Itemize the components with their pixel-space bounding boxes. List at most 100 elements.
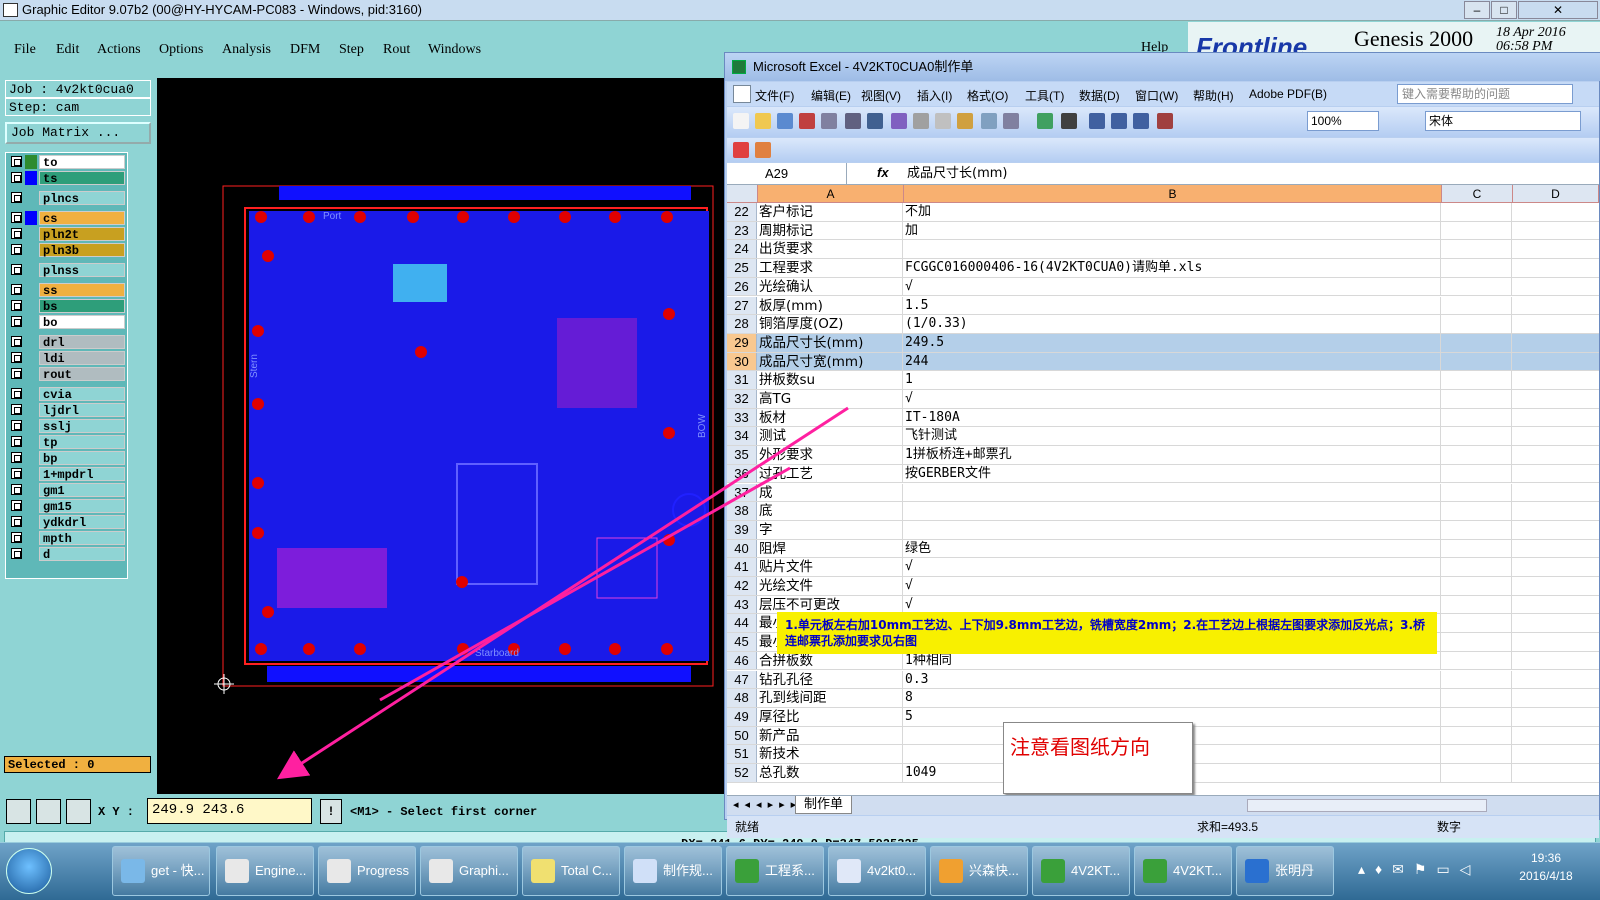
cell-c[interactable] — [1442, 277, 1512, 296]
excel-menu-item[interactable]: 编辑(E) — [811, 87, 851, 104]
cell-a[interactable]: 孔到线间距 — [758, 689, 903, 707]
layer-checkbox[interactable] — [11, 284, 22, 295]
cell-c[interactable] — [1442, 764, 1512, 782]
layer-checkbox[interactable] — [11, 404, 22, 415]
pdf-email-icon[interactable] — [755, 142, 771, 158]
layer-row-drl[interactable]: drl — [9, 335, 125, 350]
cell-b[interactable] — [904, 483, 1441, 502]
cell-c[interactable] — [1442, 707, 1512, 726]
cell-a[interactable]: 新技术 — [758, 745, 903, 763]
layer-checkbox[interactable] — [11, 532, 22, 543]
row-number[interactable]: 38 — [727, 502, 757, 520]
layer-checkbox[interactable] — [11, 228, 22, 239]
cell-b[interactable]: 8 — [904, 689, 1441, 707]
cell-a[interactable]: 高TG — [758, 390, 903, 408]
column-header-a[interactable]: A — [758, 185, 904, 203]
toolbar-button-icon[interactable] — [845, 113, 861, 129]
row-number[interactable]: 34 — [727, 427, 757, 446]
taskbar-item[interactable]: 4V2KT... — [1134, 846, 1232, 896]
fx-icon[interactable]: fx — [877, 165, 889, 180]
excel-menu-item[interactable]: 视图(V) — [861, 87, 901, 104]
system-tray-icons[interactable]: ▴♦✉⚑▭◁ — [1358, 861, 1480, 878]
cell-c[interactable] — [1442, 259, 1512, 277]
sheet-row[interactable]: 37 成 — [727, 483, 1599, 503]
layer-checkbox[interactable] — [11, 212, 22, 223]
cell-a[interactable]: 成品尺寸长(mm) — [758, 333, 903, 352]
cell-b[interactable]: 244 — [904, 352, 1441, 371]
cell-c[interactable] — [1442, 726, 1512, 745]
cell-c[interactable] — [1442, 595, 1512, 614]
layer-row-ss[interactable]: ss — [9, 283, 125, 298]
menu-analysis[interactable]: Analysis — [222, 42, 271, 58]
layer-checkbox[interactable] — [11, 548, 22, 559]
cell-a[interactable]: 新产品 — [758, 726, 903, 745]
cell-a[interactable]: 总孔数 — [758, 764, 903, 782]
cell-a[interactable]: 外形要求 — [758, 446, 903, 464]
row-number[interactable]: 43 — [727, 595, 757, 614]
grid-icon[interactable] — [66, 799, 91, 824]
sheet-row[interactable]: 36 过孔工艺 按GERBER文件 — [727, 464, 1599, 484]
layer-checkbox[interactable] — [11, 468, 22, 479]
measure-icon[interactable] — [36, 799, 61, 824]
toolbar-button-icon[interactable] — [777, 113, 793, 129]
cell-c[interactable] — [1442, 689, 1512, 707]
sheet-row[interactable]: 48 孔到线间距 8 — [727, 689, 1599, 708]
cell-a[interactable]: 钻孔孔径 — [758, 670, 903, 689]
sheet-row[interactable]: 41 贴片文件 √ — [727, 558, 1599, 577]
taskbar-item[interactable]: 4V2KT... — [1032, 846, 1130, 896]
sheet-row[interactable]: 33 板材 IT-180A — [727, 408, 1599, 428]
layer-name[interactable]: drl — [39, 335, 125, 350]
cell-c[interactable] — [1442, 203, 1512, 221]
cell-b[interactable]: 加 — [904, 221, 1441, 240]
sheet-row[interactable]: 47 钻孔孔径 0.3 — [727, 670, 1599, 690]
layer-row-cvia[interactable]: cvia — [9, 387, 125, 402]
cell-b[interactable]: 1拼板桥连+邮票孔 — [904, 446, 1441, 464]
layer-row-ljdrl[interactable]: ljdrl — [9, 403, 125, 418]
cell-c[interactable] — [1442, 558, 1512, 576]
cell-c[interactable] — [1442, 446, 1512, 464]
row-number[interactable]: 33 — [727, 408, 757, 427]
layer-name[interactable]: mpth — [39, 531, 125, 546]
row-number[interactable]: 36 — [727, 464, 757, 483]
toolbar-button-icon[interactable] — [1133, 113, 1149, 129]
menu-edit[interactable]: Edit — [56, 42, 79, 58]
xy-coordinate-input[interactable]: 249.9 243.6 — [147, 798, 312, 824]
layer-row-ydkdrl[interactable]: ydkdrl — [9, 515, 125, 530]
cell-b[interactable]: (1/0.33) — [904, 315, 1441, 333]
cell-c[interactable] — [1442, 539, 1512, 558]
layer-row-ts[interactable]: ts — [9, 171, 125, 186]
toolbar-button-icon[interactable] — [1089, 113, 1105, 129]
layer-row-mpth[interactable]: mpth — [9, 531, 125, 546]
row-number[interactable]: 25 — [727, 259, 757, 277]
row-number[interactable]: 50 — [727, 726, 757, 745]
layer-row-pln2t[interactable]: pln2t — [9, 227, 125, 242]
cell-c[interactable] — [1442, 633, 1512, 651]
cell-a[interactable]: 厚径比 — [758, 707, 903, 726]
horizontal-scrollbar[interactable] — [1247, 799, 1487, 812]
cell-c[interactable] — [1442, 315, 1512, 333]
cell-b[interactable] — [904, 520, 1441, 539]
menu-rout[interactable]: Rout — [383, 42, 410, 58]
sheet-row[interactable]: 23 周期标记加 — [727, 221, 1599, 241]
cell-b[interactable]: √ — [904, 277, 1441, 296]
row-number[interactable]: 31 — [727, 371, 757, 389]
cell-c[interactable] — [1442, 577, 1512, 595]
zoom-select[interactable]: 100% — [1307, 111, 1379, 131]
sheet-row[interactable]: 34 测试 飞针测试 — [727, 427, 1599, 447]
cell-b[interactable] — [904, 240, 1441, 259]
layer-row-plnss[interactable]: plnss — [9, 263, 125, 278]
layer-name[interactable]: cvia — [39, 387, 125, 402]
taskbar-item[interactable]: get - 快... — [112, 846, 210, 896]
layer-checkbox[interactable] — [11, 500, 22, 511]
menu-file[interactable]: File — [14, 42, 36, 58]
sheet-row[interactable]: 31 拼板数su 1 — [727, 371, 1599, 390]
excel-menu-item[interactable]: 插入(I) — [917, 87, 952, 104]
font-select[interactable]: 宋体 — [1425, 111, 1581, 131]
excel-menu-item[interactable]: 工具(T) — [1025, 87, 1064, 104]
cell-c[interactable] — [1442, 745, 1512, 763]
layer-checkbox[interactable] — [11, 484, 22, 495]
cell-c[interactable] — [1442, 240, 1512, 259]
layer-name[interactable]: bp — [39, 451, 125, 466]
cell-c[interactable] — [1442, 651, 1512, 670]
cell-b[interactable]: 1 — [904, 371, 1441, 389]
